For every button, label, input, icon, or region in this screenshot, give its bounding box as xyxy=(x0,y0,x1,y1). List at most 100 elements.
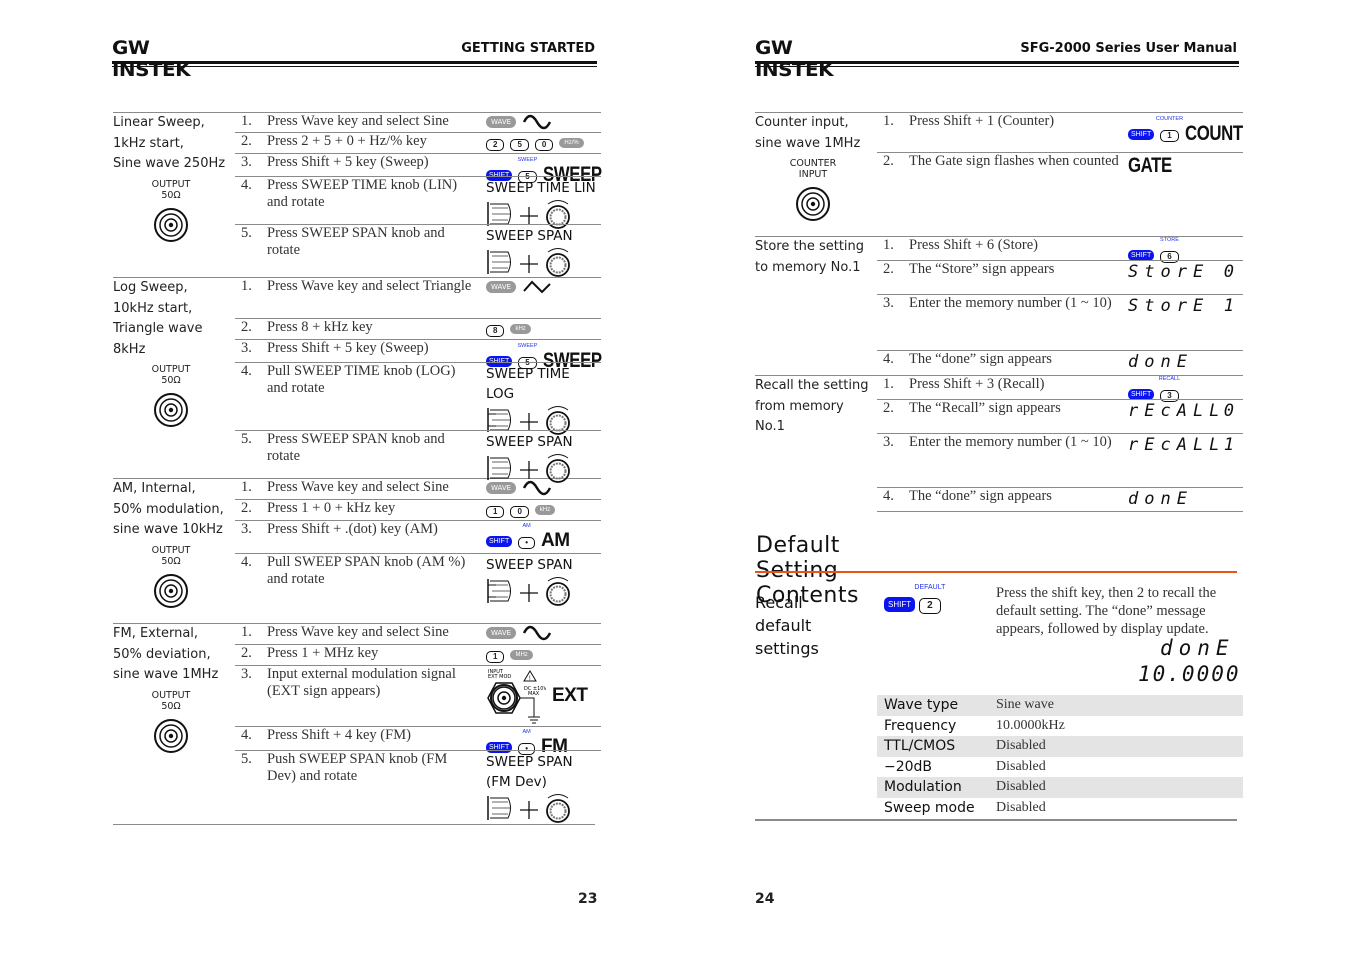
instruction-section: Recall the setting from memory No.1 1. Press… xyxy=(755,375,1243,515)
step-text: The “done” sign appears xyxy=(909,488,1052,504)
number-key[interactable]: 5 xyxy=(510,139,529,151)
wave-key[interactable]: WAVE xyxy=(486,627,517,639)
segment-value: 0 xyxy=(1223,262,1234,282)
shift-key[interactable]: SHIFT xyxy=(884,597,916,612)
step-text: Press Wave key and select Sine xyxy=(267,479,449,495)
unit-key[interactable]: Hz/% xyxy=(559,138,584,148)
label-line: Sine wave 250Hz xyxy=(113,156,226,171)
step-number: 2. xyxy=(883,261,894,277)
unit-key[interactable]: MHz xyxy=(510,650,533,660)
number-key[interactable]: • xyxy=(518,537,536,549)
display-indicator: COUNT xyxy=(1184,122,1243,145)
step-number: 3. xyxy=(241,666,252,682)
label-line: 8kHz xyxy=(113,341,146,357)
output-label-line: COUNTER xyxy=(789,158,837,169)
segment-display: rEcALL 1 xyxy=(1128,435,1240,455)
step-text: Press Shift + 6 (Store) xyxy=(909,237,1039,253)
display-indicator: EXT xyxy=(552,685,588,706)
step-text: Press SWEEP SPAN knob and rotate xyxy=(267,225,445,258)
wave-key[interactable]: WAVE xyxy=(486,281,517,293)
segment-display: donE xyxy=(1128,352,1240,372)
sine-wave-icon xyxy=(522,480,552,496)
output-label-line: 50Ω xyxy=(161,189,181,201)
step-row: 5. Press SWEEP SPAN knob and rotate SWEEP … xyxy=(235,224,601,277)
step-row: 3. Press Shift + .(dot) key (AM) SHIFT AM • A… xyxy=(235,520,601,553)
section-label: Counter input, sine wave 1MHz COUNTER INPUT xyxy=(755,113,877,236)
icon-line: WAVE xyxy=(486,480,602,496)
step-row: 2. The Gate sign flashes when counted GATE xyxy=(877,152,1243,236)
step-number: 4. xyxy=(241,727,252,743)
unit-key[interactable]: kHz xyxy=(510,324,531,334)
step-text: Enter the memory number (1 ~ 10) xyxy=(909,434,1112,450)
icon-line: 2 5 0 Hz/% xyxy=(486,134,602,152)
step-icons: SWEEP SPAN xyxy=(486,432,602,484)
output-label: COUNTER INPUT xyxy=(755,158,871,180)
panel-label: SWEEP TIME LIN xyxy=(486,180,596,196)
key-wrapper: AM • xyxy=(518,523,536,550)
step-number: 2. xyxy=(883,153,894,169)
setting-value: Disabled xyxy=(996,779,1046,795)
label-line: AM, Internal, xyxy=(113,481,196,496)
panel-label: SWEEP TIME xyxy=(486,366,570,382)
icon-line: SWEEP SPAN xyxy=(486,432,602,452)
key-wrapper: DEFAULT 2 xyxy=(914,584,945,614)
number-key[interactable]: 0 xyxy=(534,139,554,151)
step-row: 4. Pull SWEEP SPAN knob (AM %) and rotate… xyxy=(235,553,601,623)
number-key[interactable]: 1 xyxy=(1160,130,1179,142)
key-wrapper: COUNTER 1 xyxy=(1156,116,1183,143)
step-number: 5. xyxy=(241,751,252,767)
step-row: 2. Press 2 + 5 + 0 + Hz/% key 2 5 0 Hz/% xyxy=(235,132,601,153)
panel-label: SWEEP SPAN xyxy=(486,754,573,770)
step-text: Press 1 + MHz key xyxy=(267,645,379,661)
key-wrapper: 5 xyxy=(510,134,529,152)
settings-row: −20dB Disabled xyxy=(877,757,1243,778)
header-rule xyxy=(755,61,1239,67)
settings-row: Frequency 10.0000kHz xyxy=(877,716,1243,737)
wave-key[interactable]: WAVE xyxy=(486,482,517,494)
setting-name: Sweep mode xyxy=(884,799,975,816)
step-text: Pull SWEEP SPAN knob (AM %) and rotate xyxy=(267,554,466,587)
number-key[interactable]: 0 xyxy=(510,506,529,518)
unit-key[interactable]: kHz xyxy=(534,505,556,515)
segment-display: rEcALL 0 xyxy=(1128,401,1240,421)
icon-line: StorE 0 xyxy=(1128,262,1244,282)
knob-press-rotate-icon xyxy=(487,794,570,823)
shift-key[interactable]: SHIFT xyxy=(1128,249,1155,261)
label-line: from memory xyxy=(755,398,844,414)
bnc-connector-icon xyxy=(154,573,188,608)
step-row: 2. Press 8 + kHz key 8 kHz xyxy=(235,318,601,339)
step-number: 3. xyxy=(883,295,894,311)
step-icons: SWEEP SPAN xyxy=(486,555,602,607)
step-icons: StorE 0 xyxy=(1128,262,1244,282)
number-key[interactable]: 8 xyxy=(486,325,505,337)
shift-key[interactable]: SHIFT xyxy=(1128,388,1155,400)
shift-key[interactable]: SHIFT xyxy=(1128,128,1155,140)
step-number: 5. xyxy=(241,431,252,447)
wave-key[interactable]: WAVE xyxy=(486,116,517,128)
icon-line: donE xyxy=(1128,489,1244,509)
key-function-label: DEFAULT xyxy=(914,584,946,591)
key-2[interactable]: 2 xyxy=(919,598,941,614)
step-icons: INPUT EXT MOD! DC ±10V MAX EXT xyxy=(486,667,602,725)
number-key[interactable]: 2 xyxy=(486,139,505,151)
step-icons: SWEEP TIME LOG xyxy=(486,364,602,436)
step-row: 4. Pull SWEEP TIME knob (LOG) and rotate S… xyxy=(235,362,601,435)
icon-line: donE xyxy=(1128,352,1244,372)
setting-value: Sine wave xyxy=(996,697,1054,713)
key-function-label: STORE xyxy=(1160,237,1179,243)
segment-value: 1 xyxy=(1223,435,1234,455)
shift-key[interactable]: SHIFT xyxy=(486,535,513,547)
step-row: 2. The “Store” sign appears StorE 0 xyxy=(877,260,1243,294)
setting-name: Wave type xyxy=(884,697,959,714)
default-description: Press the shift key, then 2 to recall th… xyxy=(996,585,1217,637)
step-text: Press 1 + 0 + kHz key xyxy=(267,500,396,516)
label-line: Store the setting xyxy=(755,239,865,254)
steps-column: 1. Press Wave key and select Sine WAVE 2. Pr… xyxy=(235,113,602,277)
step-number: 4. xyxy=(883,488,894,504)
step-row: 1. Press Wave key and select Sine WAVE xyxy=(235,479,601,499)
step-text: Pull SWEEP TIME knob (LOG) and rotate xyxy=(267,363,456,396)
number-key[interactable]: 1 xyxy=(486,506,505,518)
step-number: 3. xyxy=(241,154,252,170)
output-label: OUTPUT 50Ω xyxy=(113,179,229,201)
number-key[interactable]: 1 xyxy=(486,651,505,663)
